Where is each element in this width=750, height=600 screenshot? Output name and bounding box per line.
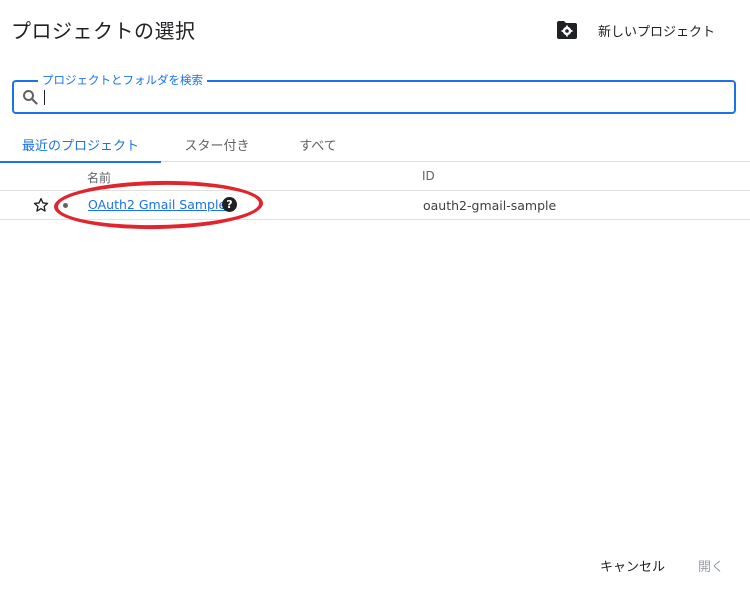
help-icon[interactable]: ?: [222, 197, 237, 212]
new-project-button[interactable]: 新しいプロジェクト: [554, 14, 715, 46]
tab-bar: 最近のプロジェクト スター付き すべて: [0, 126, 750, 163]
status-dot-icon: [63, 203, 68, 208]
search-icon: [22, 89, 38, 105]
cancel-button[interactable]: キャンセル: [600, 556, 665, 575]
dialog-title: プロジェクトの選択: [11, 19, 196, 43]
column-header-name: 名前: [87, 171, 112, 185]
project-id: oauth2-gmail-sample: [423, 198, 557, 213]
tab-recent[interactable]: 最近のプロジェクト: [0, 126, 161, 163]
project-name-link[interactable]: OAuth2 Gmail Sample: [88, 197, 226, 212]
search-input[interactable]: [42, 86, 722, 108]
folder-settings-icon: [554, 17, 580, 43]
new-project-label: 新しいプロジェクト: [598, 24, 716, 40]
table-header: 名前 ID: [0, 162, 750, 191]
text-caret: [44, 90, 45, 105]
open-button[interactable]: 開く: [698, 556, 724, 575]
tab-all[interactable]: すべて: [273, 126, 363, 162]
table-row[interactable]: OAuth2 Gmail Sample ? oauth2-gmail-sampl…: [0, 191, 750, 220]
search-field[interactable]: プロジェクトとフォルダを検索: [12, 72, 736, 114]
project-table: 名前 ID OAuth2 Gmail Sample ? oauth2-gmail…: [0, 162, 750, 220]
tab-starred[interactable]: スター付き: [161, 126, 273, 162]
column-header-id: ID: [422, 169, 435, 183]
star-outline-icon[interactable]: [33, 197, 49, 213]
